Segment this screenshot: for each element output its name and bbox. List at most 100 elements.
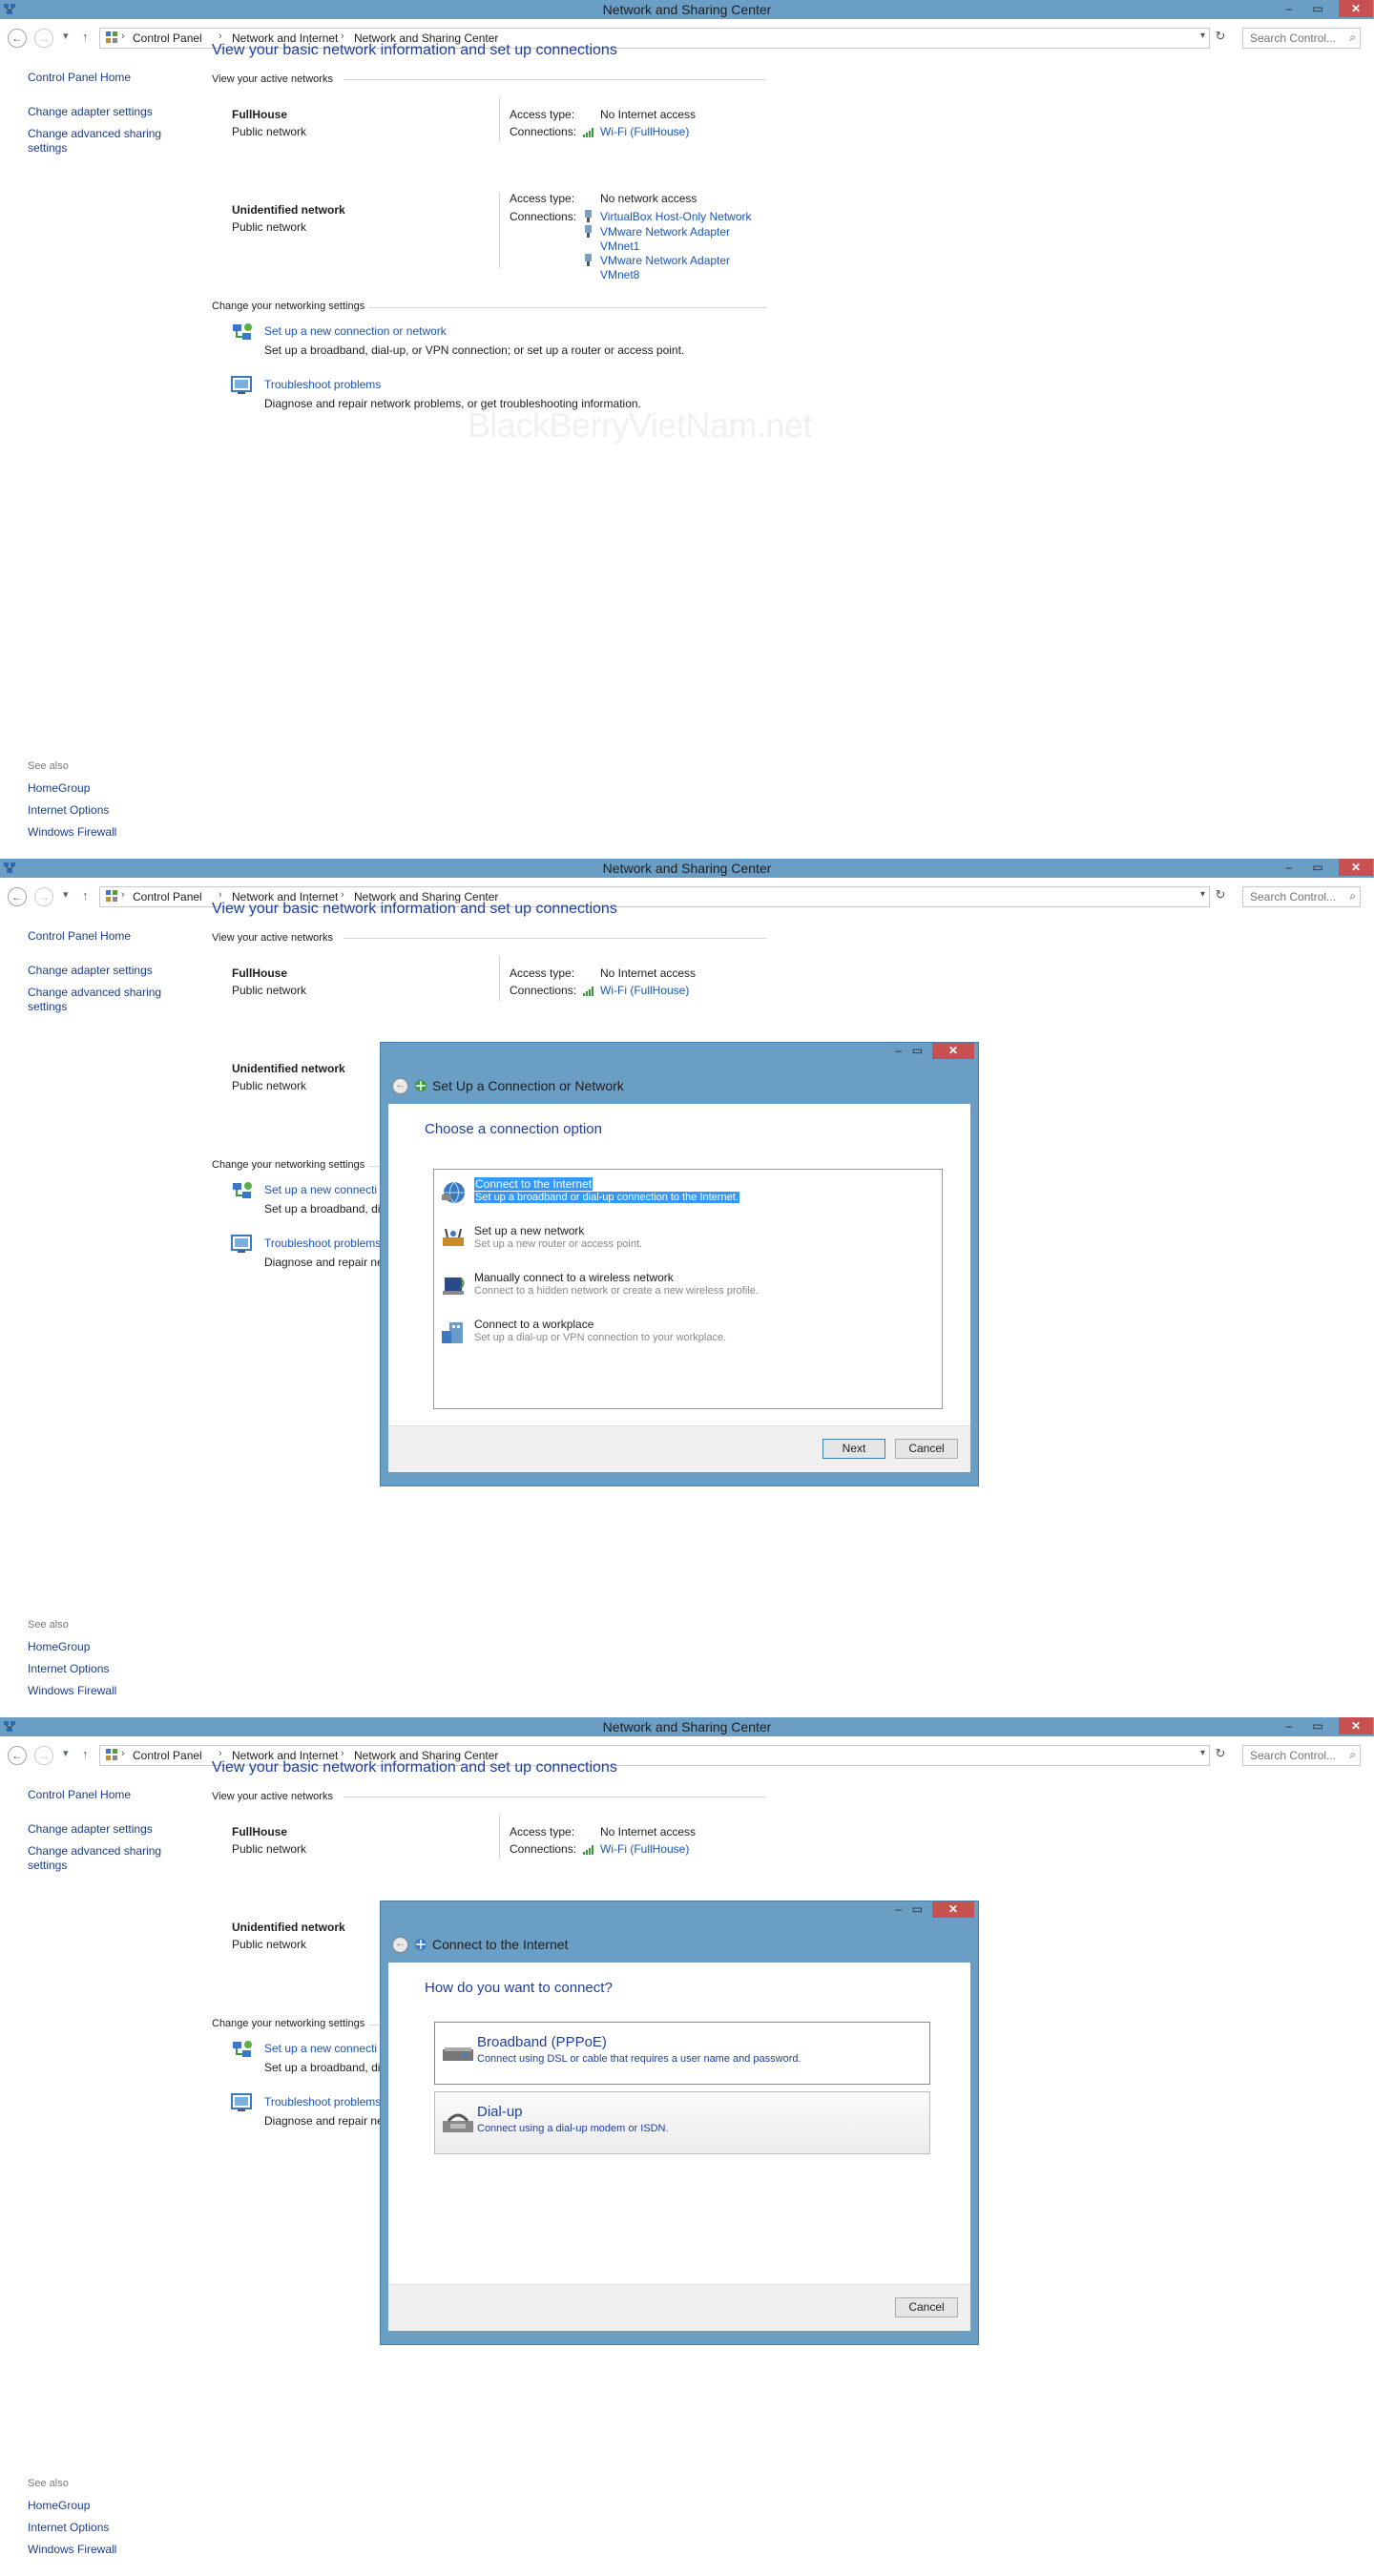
minimize-button[interactable]: – (1275, 1717, 1303, 1735)
cancel-button[interactable]: Cancel (895, 1439, 958, 1459)
chevron-down-icon[interactable]: ▾ (1200, 889, 1205, 900)
sidebar-item-control-panel-home[interactable]: Control Panel Home (28, 71, 131, 84)
connection-option[interactable]: Set up a new network Set up a new router … (438, 1222, 938, 1258)
back-arrow-icon[interactable]: ← (392, 1078, 408, 1094)
forward-arrow-icon[interactable]: → (34, 29, 53, 48)
forward-arrow-icon[interactable]: → (34, 1746, 53, 1765)
wifi-fullhouse-link[interactable]: Wi-Fi (FullHouse) (600, 125, 689, 138)
sidebar-item-change-advanced-sharing[interactable]: Change advanced sharing (28, 986, 161, 999)
dialog-maximize-button[interactable]: ▭ (912, 1902, 923, 1916)
see-also-internet-options[interactable]: Internet Options (28, 2521, 109, 2534)
dialog-close-button[interactable]: ✕ (932, 1043, 974, 1059)
minimize-button[interactable]: – (1275, 0, 1303, 17)
sidebar-item-change-adapter-settings[interactable]: Change adapter settings (28, 105, 153, 118)
maximize-button[interactable]: ▭ (1303, 859, 1332, 876)
sidebar-item-change-adapter-settings[interactable]: Change adapter settings (28, 1822, 153, 1836)
see-also-windows-firewall[interactable]: Windows Firewall (28, 825, 116, 839)
close-button[interactable]: ✕ (1339, 1717, 1373, 1735)
see-also-internet-options[interactable]: Internet Options (28, 1662, 109, 1675)
vmnet1-link[interactable]: VMware Network Adapter (600, 225, 730, 239)
see-also-homegroup[interactable]: HomeGroup (28, 781, 90, 795)
search-icon[interactable]: ⌕ (1349, 889, 1356, 904)
wifi-fullhouse-link[interactable]: Wi-Fi (FullHouse) (600, 984, 689, 997)
up-arrow-icon[interactable]: ↑ (82, 888, 89, 903)
dialup-modem-icon (443, 2113, 473, 2132)
see-also-windows-firewall[interactable]: Windows Firewall (28, 2543, 116, 2556)
see-also-homegroup[interactable]: HomeGroup (28, 2499, 90, 2512)
search-box[interactable]: ⌕ (1242, 1745, 1361, 1766)
dialog-minimize-button[interactable]: – (895, 1902, 902, 1916)
connection-option[interactable]: Connect to a workplace Set up a dial-up o… (438, 1316, 938, 1352)
chevron-down-icon[interactable]: ▾ (1200, 31, 1205, 41)
search-input[interactable] (1248, 1748, 1343, 1763)
chevron-down-icon[interactable]: ▾ (1200, 1748, 1205, 1758)
maximize-button[interactable]: ▭ (1303, 0, 1332, 17)
troubleshoot-problems-link[interactable]: Troubleshoot problems (264, 2095, 381, 2109)
refresh-icon[interactable]: ↻ (1212, 887, 1229, 906)
recent-dropdown-icon[interactable]: ▾ (63, 888, 69, 901)
see-also-homegroup[interactable]: HomeGroup (28, 1640, 90, 1653)
up-arrow-icon[interactable]: ↑ (82, 1747, 89, 1761)
breadcrumb-control-panel[interactable]: Control Panel (133, 31, 202, 45)
maximize-button[interactable]: ▭ (1303, 1717, 1332, 1735)
network-type[interactable]: Public network (232, 1079, 306, 1092)
recent-dropdown-icon[interactable]: ▾ (63, 30, 69, 42)
see-also-internet-options[interactable]: Internet Options (28, 803, 109, 817)
sidebar-item-control-panel-home[interactable]: Control Panel Home (28, 1788, 131, 1801)
up-arrow-icon[interactable]: ↑ (82, 30, 89, 44)
vmnet1-link-cont[interactable]: VMnet1 (600, 239, 639, 253)
breadcrumb-control-panel[interactable]: Control Panel (133, 1749, 202, 1762)
minimize-button[interactable]: – (1275, 859, 1303, 876)
sidebar-item-change-advanced-sharing-cont[interactable]: settings (28, 1000, 67, 1013)
setup-new-connection-link[interactable]: Set up a new connecti (264, 1183, 377, 1196)
search-input[interactable] (1248, 889, 1343, 904)
vmnet8-link[interactable]: VMware Network Adapter (600, 254, 730, 267)
sidebar-item-change-advanced-sharing[interactable]: Change advanced sharing (28, 127, 161, 140)
connection-option[interactable]: Connect to the Internet Set up a broadban… (438, 1175, 938, 1212)
setup-new-connection-link[interactable]: Set up a new connection or network (264, 324, 447, 338)
divider (499, 96, 500, 142)
troubleshoot-problems-link[interactable]: Troubleshoot problems (264, 378, 381, 391)
troubleshoot-problems-link[interactable]: Troubleshoot problems (264, 1236, 381, 1250)
refresh-icon[interactable]: ↻ (1212, 1746, 1229, 1765)
back-arrow-icon[interactable]: ← (8, 887, 27, 906)
sidebar-item-change-advanced-sharing[interactable]: Change advanced sharing (28, 1844, 161, 1858)
forward-arrow-icon[interactable]: → (34, 887, 53, 906)
sidebar-item-change-advanced-sharing-cont[interactable]: settings (28, 141, 67, 155)
next-button[interactable]: Next (822, 1439, 885, 1459)
refresh-icon[interactable]: ↻ (1212, 29, 1229, 48)
search-icon[interactable]: ⌕ (1349, 1748, 1356, 1762)
recent-dropdown-icon[interactable]: ▾ (63, 1747, 69, 1759)
search-input[interactable] (1248, 31, 1343, 46)
close-button[interactable]: ✕ (1339, 859, 1373, 876)
connection-options-list[interactable]: Connect to the Internet Set up a broadban… (433, 1169, 943, 1409)
wifi-fullhouse-link[interactable]: Wi-Fi (FullHouse) (600, 1842, 689, 1856)
network-type[interactable]: Public network (232, 1938, 306, 1951)
network-type[interactable]: Public network (232, 220, 306, 234)
cancel-button[interactable]: Cancel (895, 2297, 958, 2317)
search-box[interactable]: ⌕ (1242, 28, 1361, 49)
setup-new-connection-link[interactable]: Set up a new connecti (264, 2042, 377, 2055)
search-icon[interactable]: ⌕ (1349, 31, 1356, 45)
back-arrow-icon[interactable]: ← (8, 29, 27, 48)
sidebar-item-change-adapter-settings[interactable]: Change adapter settings (28, 964, 153, 977)
back-arrow-icon[interactable]: ← (8, 1746, 27, 1765)
dialog-close-button[interactable]: ✕ (932, 1901, 974, 1918)
back-arrow-icon[interactable]: ← (392, 1937, 408, 1953)
sidebar-item-change-advanced-sharing-cont[interactable]: settings (28, 1859, 67, 1872)
dialog-minimize-button[interactable]: – (895, 1044, 902, 1057)
connection-option[interactable]: Manually connect to a wireless network Co… (438, 1269, 938, 1305)
connect-option[interactable]: Broadband (PPPoE) Connect using DSL or ca… (434, 2022, 930, 2085)
vmnet8-link-cont[interactable]: VMnet8 (600, 268, 639, 281)
dialog-maximize-button[interactable]: ▭ (912, 1044, 923, 1057)
connect-option[interactable]: Dial-up Connect using a dial-up modem or … (434, 2091, 930, 2154)
sidebar-item-control-panel-home[interactable]: Control Panel Home (28, 929, 131, 943)
network-type[interactable]: Public network (232, 1842, 306, 1856)
virtualbox-link[interactable]: VirtualBox Host-Only Network (600, 210, 752, 223)
see-also-windows-firewall[interactable]: Windows Firewall (28, 1684, 116, 1697)
breadcrumb-control-panel[interactable]: Control Panel (133, 890, 202, 904)
close-button[interactable]: ✕ (1339, 0, 1373, 17)
network-type[interactable]: Public network (232, 125, 306, 138)
network-type[interactable]: Public network (232, 984, 306, 997)
search-box[interactable]: ⌕ (1242, 886, 1361, 907)
